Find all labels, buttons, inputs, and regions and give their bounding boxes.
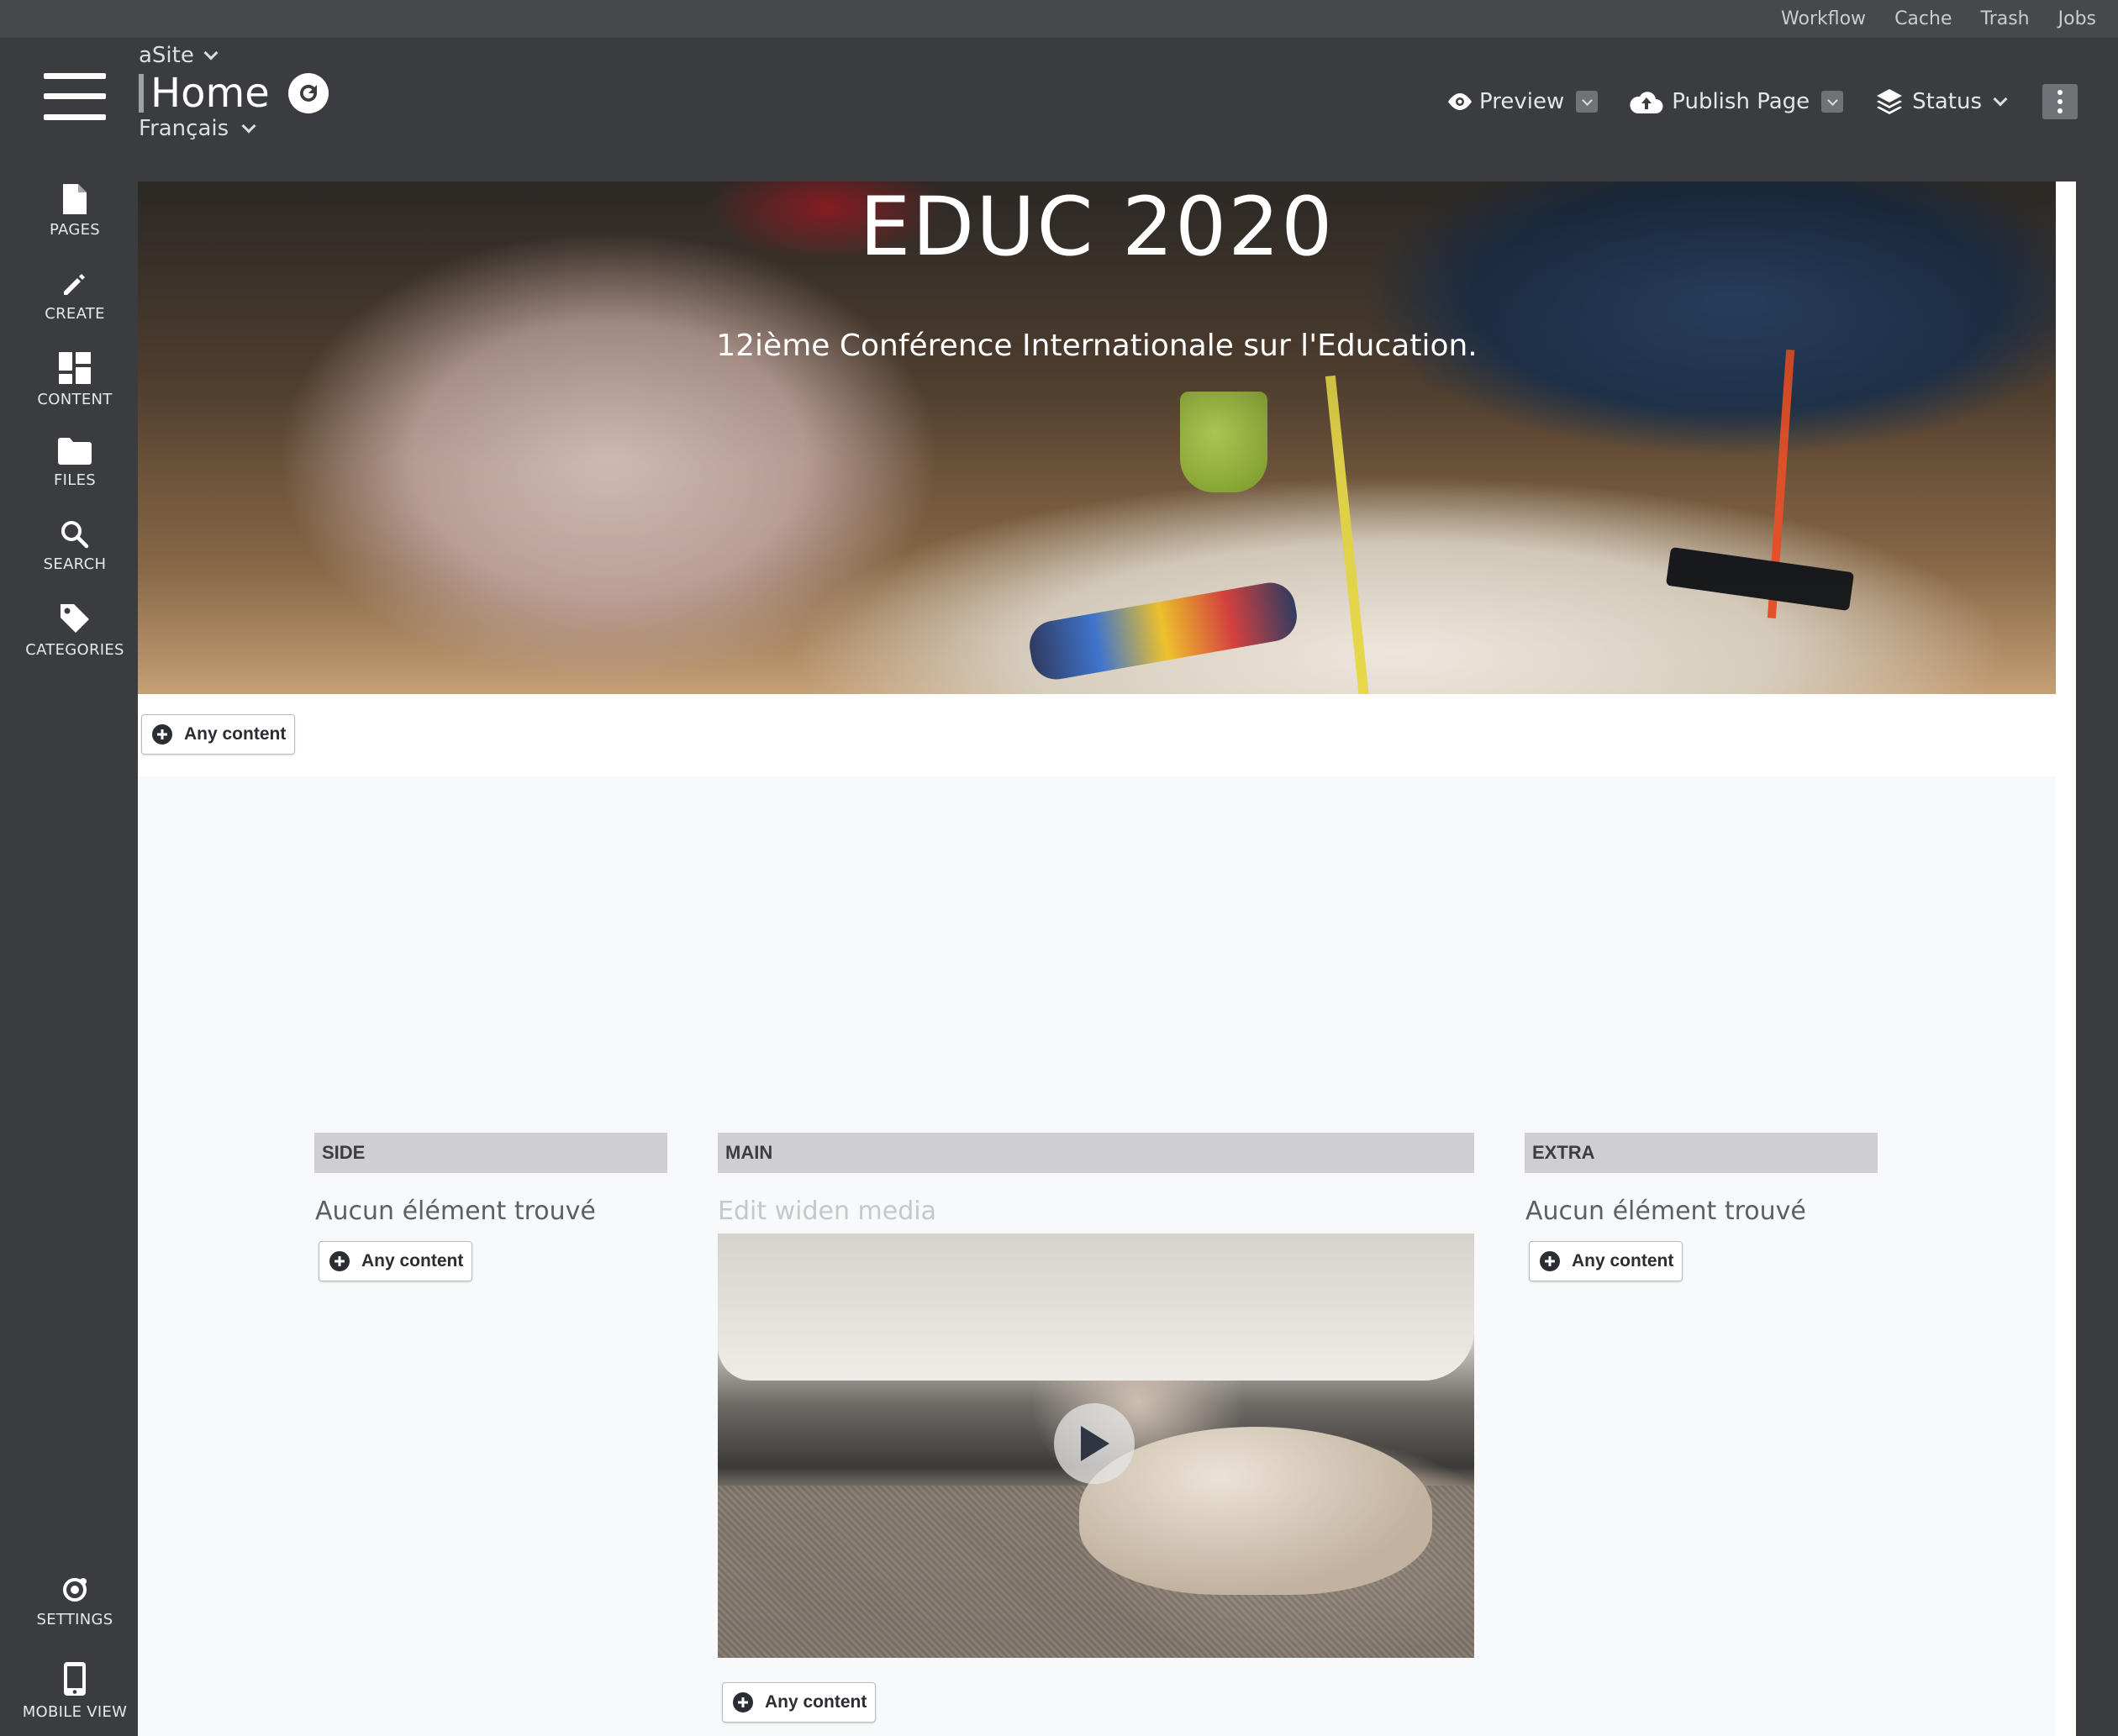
plus-circle-icon	[1540, 1251, 1560, 1271]
status-label: Status	[1912, 89, 1982, 114]
refresh-icon[interactable]	[287, 73, 329, 113]
edit-widen-media-hint[interactable]: Edit widen media	[718, 1197, 936, 1226]
status-button[interactable]: Status	[1875, 88, 2008, 115]
column-header-side: SIDE	[314, 1133, 667, 1173]
preview-button[interactable]: Preview	[1446, 89, 1599, 114]
sidebar-item-label: SETTINGS	[36, 1611, 113, 1628]
page-title: Home	[139, 70, 329, 117]
layers-icon	[1877, 89, 1903, 114]
cloud-upload-icon	[1630, 92, 1663, 113]
sidebar-item-create[interactable]: CREATE	[0, 270, 150, 323]
sidebar-item-settings[interactable]: SETTINGS	[0, 1576, 150, 1628]
trash-link[interactable]: Trash	[1980, 8, 2029, 29]
title-cursor-bar	[139, 74, 144, 113]
plus-circle-icon	[733, 1692, 753, 1712]
chevron-down-icon	[241, 118, 256, 134]
sidebar-item-label: CREATE	[45, 305, 105, 323]
header-actions: Preview Publish Page Status	[1446, 84, 2078, 119]
add-any-content-button[interactable]: Any content	[141, 714, 296, 755]
hamburger-menu-icon[interactable]	[44, 73, 106, 120]
utility-links: Workflow Cache Trash Jobs	[1781, 0, 2096, 38]
chevron-down-icon	[1993, 92, 2008, 107]
chevron-down-icon	[1826, 94, 1838, 106]
sidebar-item-label: SEARCH	[43, 555, 107, 573]
media-photo-detail	[718, 1234, 1474, 1381]
hero-banner[interactable]: EDUC 2020 12ième Conférence Internationa…	[138, 181, 2056, 694]
add-any-content-button[interactable]: Any content	[722, 1682, 877, 1723]
sidebar-item-label: FILES	[54, 471, 96, 489]
hero-subtitle: 12ième Conférence Internationale sur l'E…	[716, 329, 1478, 363]
side-empty-message: Aucun élément trouvé	[315, 1197, 596, 1226]
chevron-down-icon	[1581, 94, 1593, 106]
play-icon[interactable]	[1054, 1403, 1135, 1484]
sidebar-item-label: CATEGORIES	[25, 641, 124, 659]
sidebar-item-label: CONTENT	[37, 391, 113, 408]
cache-link[interactable]: Cache	[1894, 8, 1952, 29]
hero-title: EDUC 2020	[859, 181, 1335, 274]
add-any-content-button[interactable]: Any content	[319, 1241, 473, 1281]
publish-page-button[interactable]: Publish Page	[1630, 89, 1844, 114]
workflow-link[interactable]: Workflow	[1781, 8, 1866, 29]
preview-dropdown-toggle[interactable]	[1576, 91, 1599, 113]
eye-icon	[1448, 93, 1473, 110]
language-switcher[interactable]: Français	[139, 116, 256, 141]
column-header-main: MAIN	[718, 1133, 1474, 1173]
sidebar-item-search[interactable]: SEARCH	[0, 520, 150, 573]
more-options-icon[interactable]	[2042, 84, 2078, 119]
add-content-label: Any content	[361, 1251, 464, 1270]
sidebar-item-pages[interactable]: PAGES	[0, 184, 150, 239]
publish-label: Publish Page	[1672, 89, 1810, 114]
sidebar-item-label: PAGES	[50, 221, 100, 239]
column-header-extra: EXTRA	[1525, 1133, 1878, 1173]
add-any-content-button[interactable]: Any content	[1529, 1241, 1683, 1281]
add-content-label: Any content	[1572, 1251, 1674, 1270]
grid-icon	[59, 352, 91, 384]
page-icon	[63, 184, 87, 214]
site-switcher[interactable]: aSite	[139, 43, 219, 68]
folder-icon	[58, 438, 92, 465]
add-content-label: Any content	[765, 1692, 867, 1712]
jobs-link[interactable]: Jobs	[2058, 8, 2096, 29]
sidebar-item-mobile-view[interactable]: MOBILE VIEW	[0, 1661, 150, 1721]
chevron-down-icon	[203, 45, 219, 60]
settings-icon	[63, 1578, 87, 1602]
search-icon	[61, 521, 89, 549]
language-name: Français	[139, 116, 229, 141]
left-sidebar: PAGES CREATE CONTENT FILES SEARCH CATEGO…	[0, 181, 138, 1736]
mobile-icon	[64, 1662, 86, 1696]
publish-dropdown-toggle[interactable]	[1821, 91, 1844, 113]
widen-media-video[interactable]	[718, 1234, 1474, 1658]
plus-circle-icon	[152, 724, 172, 744]
page-title-text: Home	[150, 70, 270, 117]
app-header: aSite Home Français Preview Publish Page…	[0, 38, 2118, 181]
plus-circle-icon	[329, 1251, 350, 1271]
sidebar-item-categories[interactable]: CATEGORIES	[0, 602, 150, 659]
extra-empty-message: Aucun élément trouvé	[1525, 1197, 1806, 1226]
pencil-icon	[64, 274, 85, 295]
tag-icon	[61, 604, 89, 633]
preview-label: Preview	[1479, 89, 1565, 114]
sidebar-item-files[interactable]: FILES	[0, 438, 150, 489]
site-name: aSite	[139, 43, 194, 68]
top-utility-bar: Workflow Cache Trash Jobs	[0, 0, 2118, 38]
sidebar-item-label: MOBILE VIEW	[22, 1703, 128, 1721]
page-canvas: EDUC 2020 12ième Conférence Internationa…	[138, 181, 2076, 1736]
sidebar-item-content[interactable]: CONTENT	[0, 352, 150, 408]
add-content-label: Any content	[184, 724, 287, 744]
content-section: SIDE Aucun élément trouvé Any content MA…	[138, 776, 2056, 1736]
